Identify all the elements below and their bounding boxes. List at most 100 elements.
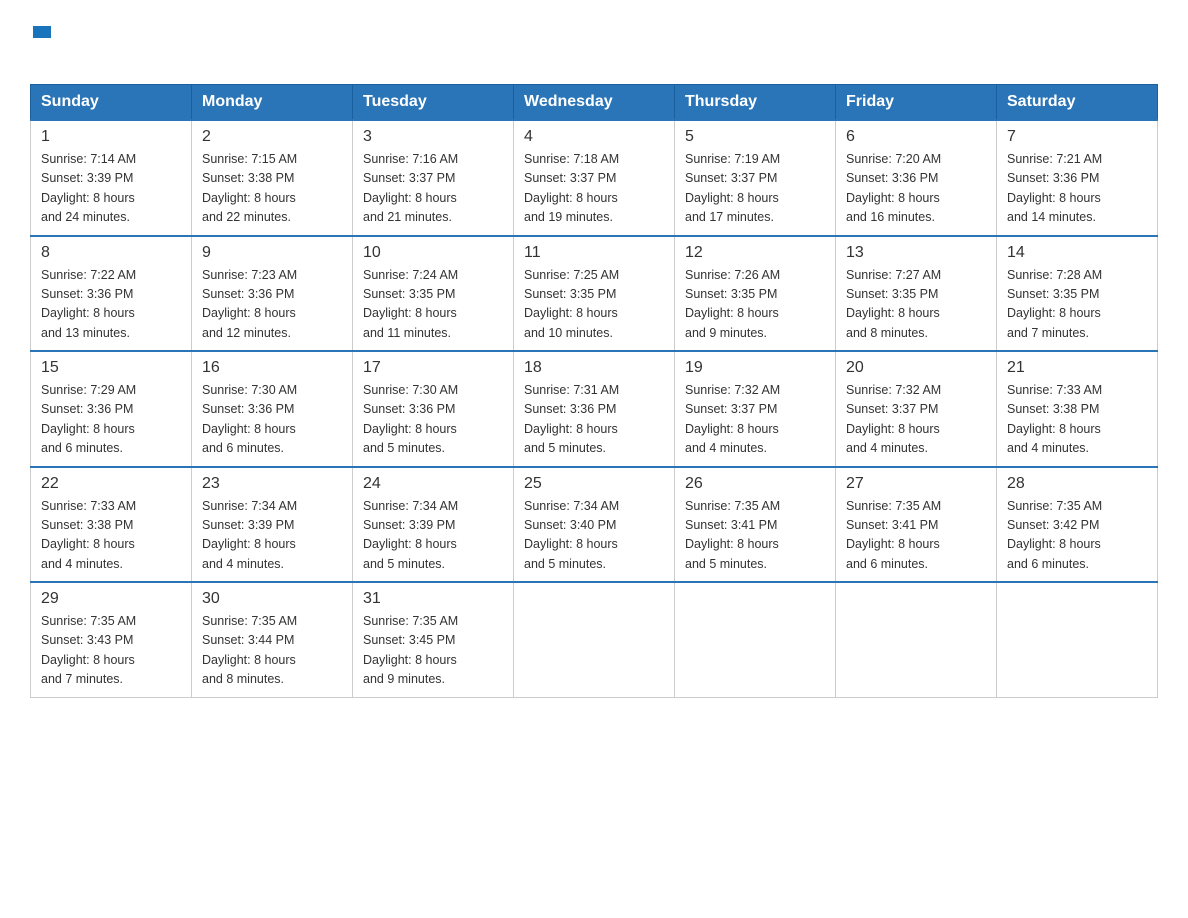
day-info: Sunrise: 7:33 AM Sunset: 3:38 PM Dayligh… <box>41 497 181 575</box>
day-info: Sunrise: 7:25 AM Sunset: 3:35 PM Dayligh… <box>524 266 664 344</box>
day-info: Sunrise: 7:21 AM Sunset: 3:36 PM Dayligh… <box>1007 150 1147 228</box>
calendar-cell: 6 Sunrise: 7:20 AM Sunset: 3:36 PM Dayli… <box>836 120 997 236</box>
day-info: Sunrise: 7:23 AM Sunset: 3:36 PM Dayligh… <box>202 266 342 344</box>
calendar-cell: 5 Sunrise: 7:19 AM Sunset: 3:37 PM Dayli… <box>675 120 836 236</box>
day-info: Sunrise: 7:34 AM Sunset: 3:40 PM Dayligh… <box>524 497 664 575</box>
day-info: Sunrise: 7:30 AM Sunset: 3:36 PM Dayligh… <box>363 381 503 459</box>
day-info: Sunrise: 7:35 AM Sunset: 3:42 PM Dayligh… <box>1007 497 1147 575</box>
day-number: 30 <box>202 590 342 608</box>
day-info: Sunrise: 7:32 AM Sunset: 3:37 PM Dayligh… <box>846 381 986 459</box>
calendar-cell: 16 Sunrise: 7:30 AM Sunset: 3:36 PM Dayl… <box>192 351 353 467</box>
day-number: 22 <box>41 475 181 493</box>
day-number: 13 <box>846 244 986 262</box>
calendar-cell: 23 Sunrise: 7:34 AM Sunset: 3:39 PM Dayl… <box>192 467 353 583</box>
calendar-week-row: 1 Sunrise: 7:14 AM Sunset: 3:39 PM Dayli… <box>31 120 1158 236</box>
calendar-header-wednesday: Wednesday <box>514 85 675 121</box>
calendar-cell: 18 Sunrise: 7:31 AM Sunset: 3:36 PM Dayl… <box>514 351 675 467</box>
calendar-header-thursday: Thursday <box>675 85 836 121</box>
day-info: Sunrise: 7:18 AM Sunset: 3:37 PM Dayligh… <box>524 150 664 228</box>
day-info: Sunrise: 7:29 AM Sunset: 3:36 PM Dayligh… <box>41 381 181 459</box>
day-info: Sunrise: 7:14 AM Sunset: 3:39 PM Dayligh… <box>41 150 181 228</box>
day-number: 7 <box>1007 128 1147 146</box>
calendar-cell: 25 Sunrise: 7:34 AM Sunset: 3:40 PM Dayl… <box>514 467 675 583</box>
day-info: Sunrise: 7:24 AM Sunset: 3:35 PM Dayligh… <box>363 266 503 344</box>
calendar-cell: 8 Sunrise: 7:22 AM Sunset: 3:36 PM Dayli… <box>31 236 192 352</box>
calendar-cell: 4 Sunrise: 7:18 AM Sunset: 3:37 PM Dayli… <box>514 120 675 236</box>
day-number: 1 <box>41 128 181 146</box>
day-number: 31 <box>363 590 503 608</box>
day-number: 27 <box>846 475 986 493</box>
day-info: Sunrise: 7:35 AM Sunset: 3:44 PM Dayligh… <box>202 612 342 690</box>
day-number: 25 <box>524 475 664 493</box>
day-number: 2 <box>202 128 342 146</box>
calendar-cell <box>997 582 1158 697</box>
day-info: Sunrise: 7:35 AM Sunset: 3:43 PM Dayligh… <box>41 612 181 690</box>
day-number: 5 <box>685 128 825 146</box>
calendar-cell: 24 Sunrise: 7:34 AM Sunset: 3:39 PM Dayl… <box>353 467 514 583</box>
calendar-week-row: 15 Sunrise: 7:29 AM Sunset: 3:36 PM Dayl… <box>31 351 1158 467</box>
day-number: 6 <box>846 128 986 146</box>
calendar-cell <box>514 582 675 697</box>
calendar-cell: 19 Sunrise: 7:32 AM Sunset: 3:37 PM Dayl… <box>675 351 836 467</box>
day-info: Sunrise: 7:31 AM Sunset: 3:36 PM Dayligh… <box>524 381 664 459</box>
day-info: Sunrise: 7:33 AM Sunset: 3:38 PM Dayligh… <box>1007 381 1147 459</box>
calendar-cell: 20 Sunrise: 7:32 AM Sunset: 3:37 PM Dayl… <box>836 351 997 467</box>
calendar-cell: 11 Sunrise: 7:25 AM Sunset: 3:35 PM Dayl… <box>514 236 675 352</box>
day-info: Sunrise: 7:35 AM Sunset: 3:45 PM Dayligh… <box>363 612 503 690</box>
day-number: 14 <box>1007 244 1147 262</box>
day-number: 4 <box>524 128 664 146</box>
day-info: Sunrise: 7:15 AM Sunset: 3:38 PM Dayligh… <box>202 150 342 228</box>
logo <box>30 20 51 66</box>
day-number: 20 <box>846 359 986 377</box>
calendar-cell: 31 Sunrise: 7:35 AM Sunset: 3:45 PM Dayl… <box>353 582 514 697</box>
calendar-cell: 30 Sunrise: 7:35 AM Sunset: 3:44 PM Dayl… <box>192 582 353 697</box>
calendar-header-friday: Friday <box>836 85 997 121</box>
calendar-cell: 9 Sunrise: 7:23 AM Sunset: 3:36 PM Dayli… <box>192 236 353 352</box>
calendar-cell: 27 Sunrise: 7:35 AM Sunset: 3:41 PM Dayl… <box>836 467 997 583</box>
day-number: 18 <box>524 359 664 377</box>
day-info: Sunrise: 7:19 AM Sunset: 3:37 PM Dayligh… <box>685 150 825 228</box>
calendar-header-saturday: Saturday <box>997 85 1158 121</box>
calendar-cell: 10 Sunrise: 7:24 AM Sunset: 3:35 PM Dayl… <box>353 236 514 352</box>
calendar-cell: 28 Sunrise: 7:35 AM Sunset: 3:42 PM Dayl… <box>997 467 1158 583</box>
day-number: 29 <box>41 590 181 608</box>
page-header <box>30 20 1158 66</box>
day-info: Sunrise: 7:26 AM Sunset: 3:35 PM Dayligh… <box>685 266 825 344</box>
day-number: 15 <box>41 359 181 377</box>
day-info: Sunrise: 7:35 AM Sunset: 3:41 PM Dayligh… <box>846 497 986 575</box>
day-number: 11 <box>524 244 664 262</box>
day-info: Sunrise: 7:16 AM Sunset: 3:37 PM Dayligh… <box>363 150 503 228</box>
calendar-header-sunday: Sunday <box>31 85 192 121</box>
day-number: 16 <box>202 359 342 377</box>
day-number: 19 <box>685 359 825 377</box>
logo-blue-text <box>30 38 32 65</box>
calendar-cell <box>675 582 836 697</box>
calendar-cell: 12 Sunrise: 7:26 AM Sunset: 3:35 PM Dayl… <box>675 236 836 352</box>
calendar-header-row: SundayMondayTuesdayWednesdayThursdayFrid… <box>31 85 1158 121</box>
calendar-cell: 7 Sunrise: 7:21 AM Sunset: 3:36 PM Dayli… <box>997 120 1158 236</box>
calendar-cell: 15 Sunrise: 7:29 AM Sunset: 3:36 PM Dayl… <box>31 351 192 467</box>
day-info: Sunrise: 7:32 AM Sunset: 3:37 PM Dayligh… <box>685 381 825 459</box>
day-info: Sunrise: 7:30 AM Sunset: 3:36 PM Dayligh… <box>202 381 342 459</box>
day-info: Sunrise: 7:22 AM Sunset: 3:36 PM Dayligh… <box>41 266 181 344</box>
calendar-cell: 29 Sunrise: 7:35 AM Sunset: 3:43 PM Dayl… <box>31 582 192 697</box>
day-number: 24 <box>363 475 503 493</box>
calendar-cell: 2 Sunrise: 7:15 AM Sunset: 3:38 PM Dayli… <box>192 120 353 236</box>
day-number: 28 <box>1007 475 1147 493</box>
calendar-cell: 1 Sunrise: 7:14 AM Sunset: 3:39 PM Dayli… <box>31 120 192 236</box>
calendar-cell: 13 Sunrise: 7:27 AM Sunset: 3:35 PM Dayl… <box>836 236 997 352</box>
day-info: Sunrise: 7:34 AM Sunset: 3:39 PM Dayligh… <box>363 497 503 575</box>
calendar-cell: 14 Sunrise: 7:28 AM Sunset: 3:35 PM Dayl… <box>997 236 1158 352</box>
day-number: 10 <box>363 244 503 262</box>
day-info: Sunrise: 7:28 AM Sunset: 3:35 PM Dayligh… <box>1007 266 1147 344</box>
day-number: 9 <box>202 244 342 262</box>
day-info: Sunrise: 7:35 AM Sunset: 3:41 PM Dayligh… <box>685 497 825 575</box>
calendar-header-monday: Monday <box>192 85 353 121</box>
calendar-week-row: 8 Sunrise: 7:22 AM Sunset: 3:36 PM Dayli… <box>31 236 1158 352</box>
calendar-table: SundayMondayTuesdayWednesdayThursdayFrid… <box>30 84 1158 698</box>
logo-triangle-icon <box>33 26 51 38</box>
calendar-cell: 21 Sunrise: 7:33 AM Sunset: 3:38 PM Dayl… <box>997 351 1158 467</box>
day-number: 21 <box>1007 359 1147 377</box>
calendar-cell <box>836 582 997 697</box>
day-number: 26 <box>685 475 825 493</box>
